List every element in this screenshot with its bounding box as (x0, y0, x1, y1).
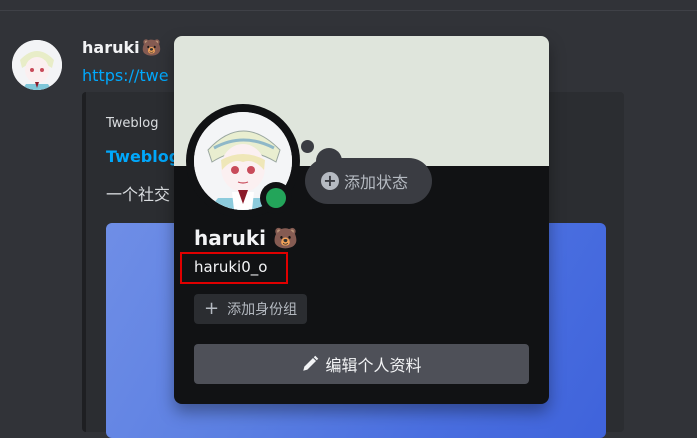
edit-profile-label: 编辑个人资料 (325, 356, 422, 375)
add-role-label: 添加身份组 (227, 302, 298, 318)
embed-description: 一个社交 (106, 185, 171, 204)
bear-emoji: 🐻 (141, 38, 162, 57)
plus-icon: + (204, 298, 220, 319)
message-link[interactable]: https://twe (82, 66, 169, 85)
display-name-text: haruki (194, 226, 266, 250)
pencil-icon (303, 355, 319, 371)
online-status-indicator (260, 182, 292, 214)
online-status-dot (266, 188, 286, 208)
add-role-button[interactable]: + 添加身份组 (194, 294, 308, 324)
bear-emoji: 🐻 (272, 226, 298, 250)
message-author[interactable]: haruki 🐻 (82, 38, 162, 57)
user-profile-popout: + 添加状态 haruki 🐻 haruki0_o + 添加身份组 编辑个人资料 (174, 36, 549, 404)
edit-profile-button[interactable]: 编辑个人资料 (194, 344, 529, 384)
add-status-label: 添加状态 (344, 173, 409, 192)
embed-provider: Tweblog (106, 116, 159, 131)
add-status-button[interactable]: + 添加状态 (305, 158, 432, 204)
status-bubble-tail-small (301, 140, 314, 153)
profile-display-name: haruki 🐻 (194, 226, 298, 250)
message-author-name: haruki (82, 38, 140, 57)
profile-username[interactable]: haruki0_o (194, 258, 267, 276)
plus-circle-icon: + (321, 172, 339, 190)
top-divider (0, 10, 697, 11)
embed-title[interactable]: Tweblog (106, 147, 180, 166)
message-avatar[interactable] (12, 40, 62, 90)
